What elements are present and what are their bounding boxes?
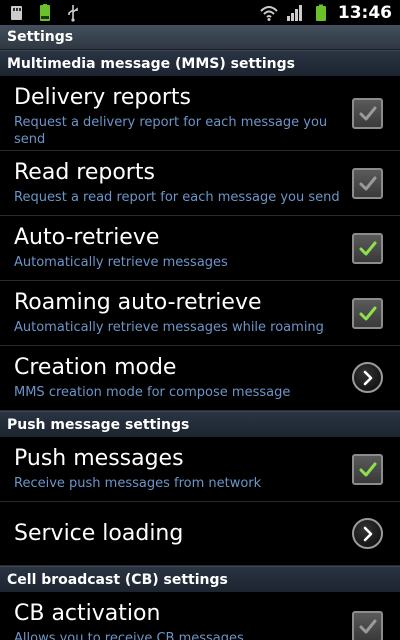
cb-activation-row[interactable]: CB activation Allows you to receive CB m… <box>0 592 400 640</box>
check-icon <box>359 462 376 476</box>
row-title: Read reports <box>14 160 155 185</box>
usb-icon <box>64 4 82 22</box>
row-title: CB activation <box>14 601 161 626</box>
section-header-mms: Multimedia message (MMS) settings <box>0 50 400 76</box>
row-title: Delivery reports <box>14 85 191 110</box>
read-reports-checkbox[interactable] <box>352 168 383 199</box>
row-title: Roaming auto-retrieve <box>14 290 262 315</box>
row-title: Push messages <box>14 446 184 471</box>
row-subtitle: Automatically retrieve messages while ro… <box>14 320 324 335</box>
creation-mode-chevron-button[interactable] <box>352 362 383 393</box>
page-title: Settings <box>0 25 400 50</box>
row-subtitle: Request a delivery report for each messa… <box>14 115 328 147</box>
settings-list: Multimedia message (MMS) settings Delive… <box>0 50 400 640</box>
check-icon <box>359 106 376 120</box>
chevron-right-icon <box>363 370 372 385</box>
battery-saver-icon <box>36 3 54 22</box>
row-title: Auto-retrieve <box>14 225 160 250</box>
push-messages-row[interactable]: Push messages Receive push messages from… <box>0 437 400 502</box>
delivery-reports-checkbox[interactable] <box>352 98 383 129</box>
row-subtitle: MMS creation mode for compose message <box>14 385 291 400</box>
section-header-cb: Cell broadcast (CB) settings <box>0 566 400 592</box>
wifi-icon <box>260 4 278 22</box>
cb-activation-checkbox[interactable] <box>352 611 383 640</box>
chevron-right-icon <box>363 526 372 541</box>
status-time: 13:46 <box>337 2 392 23</box>
row-subtitle: Receive push messages from network <box>14 476 262 491</box>
service-loading-chevron-button[interactable] <box>352 518 383 549</box>
status-bar: 13:46 <box>0 0 400 25</box>
check-icon <box>359 306 376 320</box>
read-reports-row[interactable]: Read reports Request a read report for e… <box>0 151 400 216</box>
row-subtitle: Automatically retrieve messages <box>14 255 228 270</box>
auto-retrieve-row[interactable]: Auto-retrieve Automatically retrieve mes… <box>0 216 400 281</box>
sd-card-icon <box>8 4 26 22</box>
row-title: Service loading <box>14 521 184 546</box>
row-subtitle: Request a read report for each message y… <box>14 190 340 205</box>
signal-icon <box>286 4 304 22</box>
check-icon <box>359 619 376 633</box>
battery-icon <box>312 4 330 22</box>
push-messages-checkbox[interactable] <box>352 454 383 485</box>
check-icon <box>359 176 376 190</box>
service-loading-row[interactable]: Service loading <box>0 502 400 566</box>
section-header-push: Push message settings <box>0 411 400 437</box>
creation-mode-row[interactable]: Creation mode MMS creation mode for comp… <box>0 346 400 411</box>
auto-retrieve-checkbox[interactable] <box>352 233 383 264</box>
row-subtitle: Allows you to receive CB messages <box>14 631 244 640</box>
roaming-auto-retrieve-checkbox[interactable] <box>352 298 383 329</box>
roaming-auto-retrieve-row[interactable]: Roaming auto-retrieve Automatically retr… <box>0 281 400 346</box>
delivery-reports-row[interactable]: Delivery reports Request a delivery repo… <box>0 76 400 151</box>
check-icon <box>359 241 376 255</box>
row-title: Creation mode <box>14 355 177 380</box>
